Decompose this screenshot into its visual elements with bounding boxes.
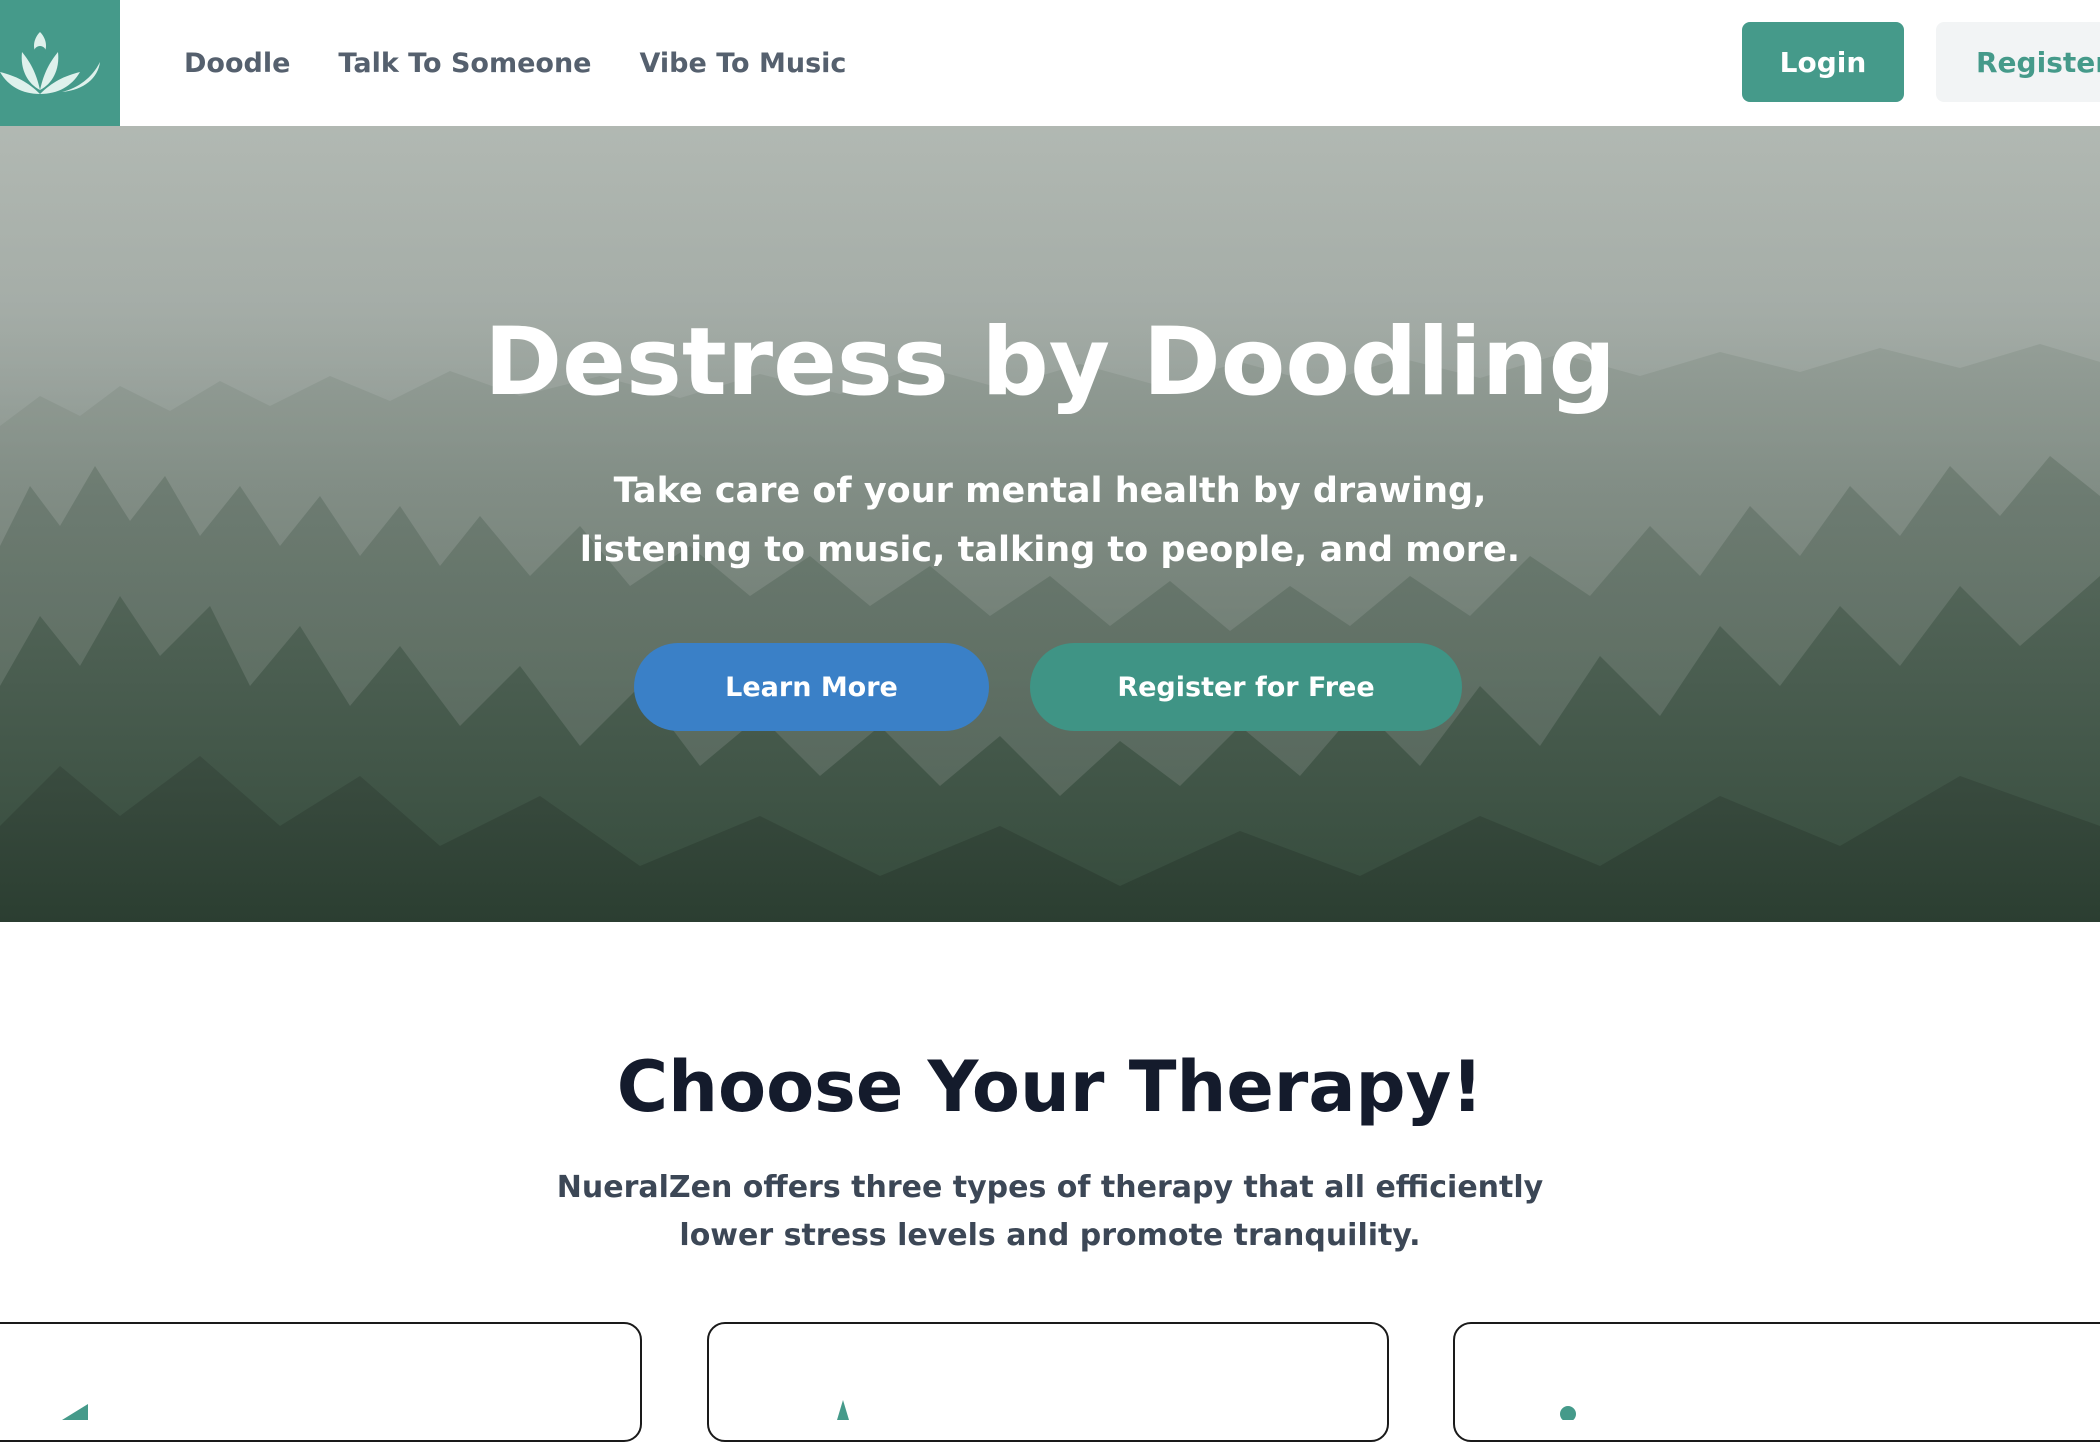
lotus-icon: [0, 32, 100, 94]
music-icon: [1560, 1406, 1576, 1420]
logo[interactable]: [0, 0, 120, 126]
top-navbar: Doodle Talk To Someone Vibe To Music Log…: [0, 0, 2100, 126]
therapy-card-music[interactable]: [1453, 1322, 2100, 1442]
nav-vibe-to-music[interactable]: Vibe To Music: [639, 48, 846, 79]
therapy-card-doodle[interactable]: [0, 1322, 642, 1442]
learn-more-button[interactable]: Learn More: [634, 643, 989, 731]
main-nav: Doodle Talk To Someone Vibe To Music: [184, 0, 894, 126]
login-button[interactable]: Login: [1742, 22, 1904, 102]
register-button[interactable]: Register: [1936, 22, 2100, 102]
therapy-section-subtitle: NueralZen offers three types of therapy …: [556, 1170, 1544, 1253]
register-for-free-button[interactable]: Register for Free: [1030, 643, 1462, 731]
nav-talk-to-someone[interactable]: Talk To Someone: [338, 48, 591, 79]
hero-subtitle: Take care of your mental health by drawi…: [579, 471, 1521, 570]
hero-title: Destress by Doodling: [484, 308, 1616, 417]
therapy-card-talk[interactable]: [707, 1322, 1389, 1442]
chat-icon: [837, 1400, 849, 1420]
hero-section: Destress by Doodling Take care of your m…: [0, 126, 2100, 922]
pencil-icon: [62, 1404, 88, 1420]
therapy-section-title: Choose Your Therapy!: [616, 1046, 1484, 1128]
nav-doodle[interactable]: Doodle: [184, 48, 290, 79]
